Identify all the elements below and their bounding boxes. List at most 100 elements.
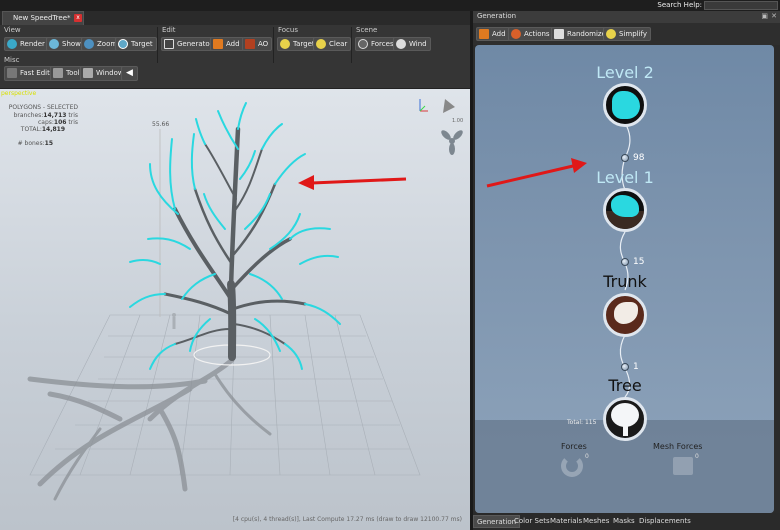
search-input[interactable] bbox=[704, 1, 778, 10]
twig-icon bbox=[612, 91, 640, 119]
level-1-node[interactable] bbox=[603, 188, 647, 232]
scale-figure bbox=[172, 313, 176, 329]
node-label-tree: Tree bbox=[608, 376, 642, 395]
ao-button[interactable]: AO bbox=[242, 37, 273, 51]
tree-branches bbox=[163, 126, 307, 361]
gen-add-button[interactable]: Add bbox=[476, 27, 510, 41]
level-2-node[interactable] bbox=[603, 83, 647, 127]
gen-add-label: Add bbox=[492, 30, 506, 38]
actions-icon bbox=[511, 29, 521, 39]
view-group-label: View bbox=[4, 26, 21, 34]
show-button[interactable]: Show bbox=[46, 37, 85, 51]
search-label: Search Help: bbox=[657, 1, 702, 9]
edit-group-label: Edit bbox=[162, 26, 176, 34]
annotation-arrow-right bbox=[486, 158, 587, 188]
trunk-count: 1 bbox=[633, 362, 639, 372]
forces-count: 0 bbox=[585, 453, 589, 460]
magnet-icon[interactable] bbox=[561, 455, 583, 477]
window-icon bbox=[83, 68, 93, 78]
ao-label: AO bbox=[258, 40, 269, 48]
generation-graph[interactable]: Level 2 98 Level 1 15 Trunk 1 Tree Total… bbox=[475, 45, 774, 513]
top-bar: Search Help: bbox=[0, 0, 780, 11]
fast-edit-label: Fast Edit bbox=[20, 69, 50, 77]
node-label-level-1: Level 1 bbox=[596, 168, 654, 187]
dice-icon bbox=[554, 29, 564, 39]
tool-label: Tool bbox=[66, 69, 80, 77]
wind-label: Wind bbox=[409, 40, 427, 48]
focus-group-label: Focus bbox=[278, 26, 298, 34]
forces-label: Forces bbox=[371, 40, 394, 48]
tree-node[interactable] bbox=[603, 397, 647, 441]
fan-icon bbox=[396, 39, 406, 49]
render-button[interactable]: Render bbox=[4, 37, 49, 51]
actions-button[interactable]: Actions bbox=[508, 27, 554, 41]
tab-displacements[interactable]: Displacements bbox=[636, 515, 694, 528]
edit-add-label: Add bbox=[226, 40, 240, 48]
separator bbox=[273, 27, 274, 63]
back-arrow-icon: ◀ bbox=[126, 68, 133, 78]
tab-meshes[interactable]: Meshes bbox=[580, 515, 612, 528]
focus-group: Focus Target Clear bbox=[276, 26, 352, 62]
mesh-forces-icon[interactable] bbox=[673, 457, 693, 475]
close-panel-icon[interactable]: ✕ bbox=[771, 12, 777, 20]
tab-masks[interactable]: Masks bbox=[610, 515, 638, 528]
clear-icon bbox=[316, 39, 326, 49]
node-label-trunk: Trunk bbox=[603, 272, 647, 291]
view-target-label: Target bbox=[131, 40, 153, 48]
wind-fan-icon[interactable] bbox=[440, 129, 465, 155]
simplify-label: Simplify bbox=[619, 30, 648, 38]
edit-add-button[interactable]: Add bbox=[210, 37, 244, 51]
fast-edit-button[interactable]: Fast Edit bbox=[4, 66, 54, 81]
window-label: Window bbox=[96, 69, 124, 77]
tree-shadow bbox=[27, 357, 272, 501]
clear-button[interactable]: Clear bbox=[313, 37, 352, 51]
edit-group: Edit Generators Add AO bbox=[160, 26, 273, 62]
bottom-tab-bar: Generation Color Sets Materials Meshes M… bbox=[473, 513, 780, 530]
trunk-node[interactable] bbox=[603, 293, 647, 337]
clear-label: Clear bbox=[329, 40, 348, 48]
view-gizmo-icon[interactable]: 1.00 bbox=[419, 99, 463, 124]
count-handle[interactable] bbox=[621, 154, 629, 162]
randomize-label: Randomize bbox=[567, 30, 606, 38]
ground-grid bbox=[29, 314, 421, 476]
document-tab-title: New SpeedTree* bbox=[13, 14, 71, 22]
tool-icon bbox=[53, 68, 63, 78]
forces-button[interactable]: Forces bbox=[355, 37, 398, 51]
document-tab[interactable]: New SpeedTree* bbox=[2, 11, 84, 25]
tool-button[interactable]: Tool bbox=[50, 66, 84, 81]
level-1-count: 15 bbox=[633, 257, 645, 267]
wind-button[interactable]: Wind bbox=[393, 37, 431, 51]
target-icon bbox=[118, 39, 128, 49]
compute-status: [4 cpu(s), 4 thread(s)], Last Compute 17… bbox=[232, 516, 462, 523]
randomize-button[interactable]: Randomize bbox=[551, 27, 610, 41]
count-handle[interactable] bbox=[621, 258, 629, 266]
generation-toolbar: Add Actions Randomize Simplify bbox=[473, 23, 780, 45]
eye-icon bbox=[49, 39, 59, 49]
simplify-button[interactable]: Simplify bbox=[603, 27, 652, 41]
simplify-icon bbox=[606, 29, 616, 39]
mesh-forces-count: 0 bbox=[695, 453, 699, 460]
close-tab-icon[interactable]: x bbox=[74, 14, 82, 22]
misc-group-label: Misc bbox=[4, 56, 20, 64]
generation-title-bar: Generation ▣ ✕ bbox=[473, 11, 780, 23]
3d-viewport[interactable]: perspective POLYGONS - SELECTED branches… bbox=[0, 89, 470, 530]
add-icon bbox=[213, 39, 223, 49]
gizmo-value: 1.00 bbox=[452, 118, 463, 124]
add-icon bbox=[479, 29, 489, 39]
document-tab-bar: New SpeedTree* x bbox=[0, 11, 470, 25]
node-label-level-2: Level 2 bbox=[596, 63, 654, 82]
count-handle[interactable] bbox=[621, 363, 629, 371]
back-button[interactable]: ◀ bbox=[121, 66, 138, 81]
show-label: Show bbox=[62, 40, 81, 48]
view-target-button[interactable]: Target bbox=[115, 37, 157, 51]
viewport-scene: 55.66 1.00 bbox=[27, 99, 465, 501]
render-icon bbox=[7, 39, 17, 49]
render-label: Render bbox=[20, 40, 45, 48]
zoom-icon bbox=[84, 39, 94, 49]
tree-trunk-icon bbox=[623, 424, 628, 436]
panel-splitter[interactable] bbox=[470, 11, 473, 530]
generators-icon bbox=[164, 39, 174, 49]
separator bbox=[351, 27, 352, 63]
height-marker-value: 55.66 bbox=[152, 121, 169, 128]
float-panel-icon[interactable]: ▣ bbox=[761, 12, 768, 20]
